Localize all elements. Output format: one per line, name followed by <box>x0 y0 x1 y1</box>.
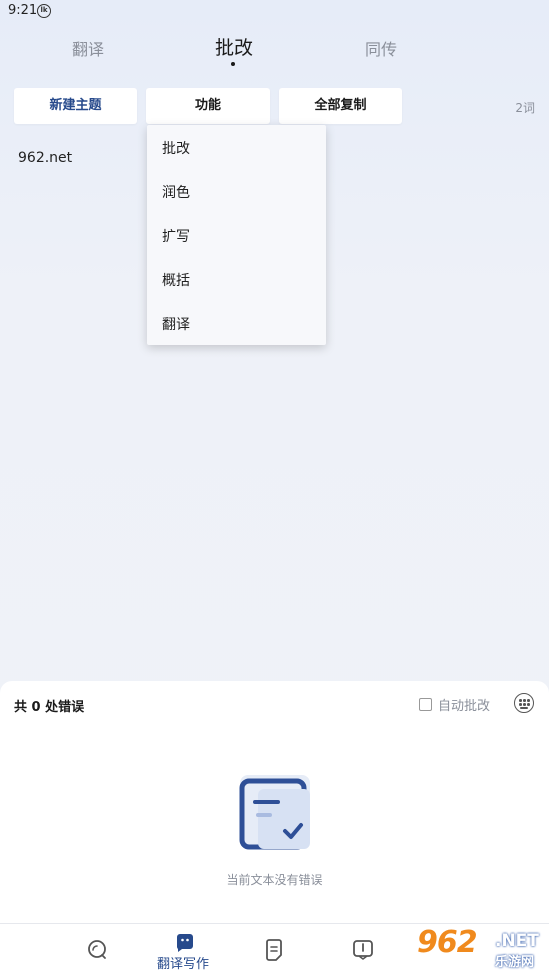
translate-writing-icon[interactable] <box>175 933 195 952</box>
menu-item-correct[interactable]: 批改 <box>162 138 190 158</box>
function-button[interactable]: 功能 <box>146 88 270 124</box>
result-panel: 共 0 处错误 自动批改 当前文本没有错误 <box>0 681 549 923</box>
status-time: 9:21 <box>8 3 38 18</box>
new-topic-button[interactable]: 新建主题 <box>14 88 137 124</box>
error-count: 共 0 处错误 <box>14 700 85 715</box>
auto-correct-checkbox[interactable] <box>419 698 432 711</box>
nav-label-translate-writing[interactable]: 翻译写作 <box>157 953 209 972</box>
word-count: 2词 <box>515 101 535 115</box>
tab-translate[interactable]: 翻译 <box>72 36 104 60</box>
active-tab-indicator <box>231 62 235 66</box>
auto-correct-toggle[interactable]: 自动批改 <box>419 695 490 714</box>
book-icon[interactable] <box>352 939 374 961</box>
watermark-logo: 962 .NET 乐游网 <box>409 925 546 971</box>
search-bubble-icon[interactable] <box>86 938 108 960</box>
watermark-suffix: .NET <box>495 931 539 951</box>
menu-item-expand[interactable]: 扩写 <box>162 226 190 246</box>
menu-item-translate[interactable]: 翻译 <box>162 314 190 334</box>
tab-simultaneous[interactable]: 同传 <box>365 36 397 60</box>
menu-item-polish[interactable]: 润色 <box>162 182 190 202</box>
tab-correct[interactable]: 批改 <box>215 33 253 60</box>
keyboard-icon[interactable] <box>514 693 534 713</box>
auto-correct-label: 自动批改 <box>438 699 491 714</box>
watermark-subtitle: 乐游网 <box>495 955 535 970</box>
document-icon[interactable] <box>264 939 284 961</box>
status-indicator-icon: lk <box>37 4 51 18</box>
editor-text-area[interactable]: 962.net <box>18 150 72 166</box>
top-tabs: 翻译 批改 同传 <box>0 30 549 70</box>
watermark-number: 962 <box>417 925 478 960</box>
empty-message: 当前文本没有错误 <box>226 873 323 887</box>
menu-item-summarize[interactable]: 概括 <box>162 270 190 290</box>
no-errors-illustration-icon <box>239 775 310 850</box>
copy-all-button[interactable]: 全部复制 <box>279 88 402 124</box>
function-menu: 批改 润色 扩写 概括 翻译 <box>147 125 326 345</box>
status-bar: 9:21 lk <box>0 0 549 24</box>
